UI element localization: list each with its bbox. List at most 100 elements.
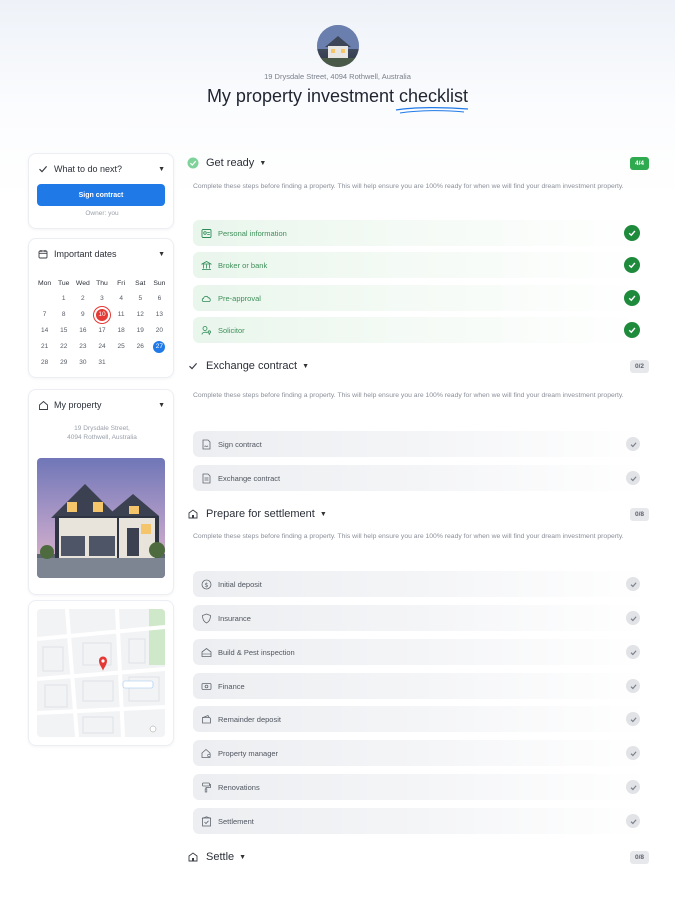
calendar-day[interactable]: 9: [73, 309, 92, 321]
incomplete-check-icon[interactable]: [626, 611, 640, 625]
checklist-item-pre-approval[interactable]: Pre-approval: [193, 285, 647, 311]
incomplete-check-icon[interactable]: [626, 471, 640, 485]
incomplete-check-icon[interactable]: [626, 437, 640, 451]
calendar-day[interactable]: 10: [92, 309, 111, 321]
calendar-day[interactable]: 20: [150, 325, 169, 337]
calendar-day[interactable]: 7: [35, 309, 54, 321]
incomplete-check-icon[interactable]: [626, 780, 640, 794]
calendar-day-number: 5: [138, 295, 143, 302]
chevron-down-icon[interactable]: ▼: [259, 160, 266, 167]
checklist-item-initial-deposit[interactable]: $ Initial deposit: [193, 571, 647, 597]
checklist-item-insurance[interactable]: Insurance: [193, 605, 647, 631]
title-underline-decoration: [395, 107, 469, 114]
calendar-day[interactable]: 21: [35, 341, 54, 353]
item-label: Property manager: [218, 748, 279, 758]
sign-contract-button[interactable]: Sign contract: [37, 184, 165, 206]
calendar-day[interactable]: 8: [54, 309, 73, 321]
calendar-day-number: 2: [81, 295, 85, 302]
checklist-item-property-manager[interactable]: Property manager: [193, 740, 647, 766]
calendar-day[interactable]: 6: [150, 293, 169, 305]
item-label: Settlement: [218, 816, 254, 826]
incomplete-check-icon[interactable]: [626, 645, 640, 659]
calendar-day[interactable]: 24: [92, 341, 111, 353]
checklist-item-remainder-deposit[interactable]: Remainder deposit: [193, 706, 647, 732]
calendar-day[interactable]: 13: [150, 309, 169, 321]
checklist-item-build-pest-inspection[interactable]: Build & Pest inspection: [193, 639, 647, 665]
section-settle[interactable]: Settle ▼ 0/8: [187, 849, 649, 865]
calendar-day-number: 18: [117, 327, 125, 334]
calendar-day[interactable]: 5: [131, 293, 150, 305]
incomplete-check-icon[interactable]: [626, 577, 640, 591]
my-property-header[interactable]: My property ▼: [37, 398, 165, 412]
completed-check-icon[interactable]: [624, 290, 640, 306]
calendar-day[interactable]: 22: [54, 341, 73, 353]
checklist-item-renovations[interactable]: Renovations: [193, 774, 647, 800]
checklist-item-exchange-contract[interactable]: Exchange contract: [193, 465, 647, 491]
bank-icon: [200, 259, 212, 271]
calendar-day[interactable]: 25: [112, 341, 131, 353]
calendar-day[interactable]: 19: [131, 325, 150, 337]
calendar-day-number: 1: [61, 295, 66, 302]
paint-roller-icon: [200, 781, 212, 793]
checklist-item-sign-contract[interactable]: Sign contract: [193, 431, 647, 457]
calendar-day-number: 26: [136, 343, 144, 350]
calendar-day[interactable]: 28: [35, 357, 54, 369]
calendar-day[interactable]: 27: [150, 341, 169, 353]
calendar-day[interactable]: 3: [92, 293, 111, 305]
calendar-day-number: 31: [98, 359, 106, 366]
calendar-day[interactable]: 4: [112, 293, 131, 305]
item-label: Build & Pest inspection: [218, 647, 295, 657]
completed-check-icon[interactable]: [624, 257, 640, 273]
property-map[interactable]: [37, 609, 165, 737]
section-title: Settle: [206, 851, 235, 863]
incomplete-check-icon[interactable]: [626, 679, 640, 693]
calendar-day[interactable]: 12: [131, 309, 150, 321]
calendar-day[interactable]: 23: [73, 341, 92, 353]
next-step-title: What to do next?: [54, 164, 123, 174]
chevron-down-icon[interactable]: ▼: [158, 251, 165, 258]
property-photo[interactable]: [37, 458, 165, 578]
section-exchange-contract[interactable]: Exchange contract ▼ 0/2: [187, 358, 649, 374]
calendar-day[interactable]: 2: [73, 293, 92, 305]
important-dates-header[interactable]: Important dates ▼: [37, 247, 165, 261]
chevron-down-icon[interactable]: ▼: [158, 402, 165, 409]
checklist-item-personal-information[interactable]: Personal information: [193, 220, 647, 246]
calendar-day[interactable]: 15: [54, 325, 73, 337]
calendar-day-number: 14: [40, 327, 49, 334]
checklist-item-finance[interactable]: Finance: [193, 673, 647, 699]
calendar-day[interactable]: 18: [112, 325, 131, 337]
chevron-down-icon[interactable]: ▼: [302, 363, 309, 370]
calendar-day[interactable]: 29: [54, 357, 73, 369]
calendar-day[interactable]: 30: [73, 357, 92, 369]
section-get-ready[interactable]: Get ready ▼ 4/4: [187, 155, 649, 171]
checklist-item-solicitor[interactable]: Solicitor: [193, 317, 647, 343]
checklist-item-settlement[interactable]: Settlement: [193, 808, 647, 834]
chevron-down-icon[interactable]: ▼: [158, 166, 165, 173]
check-circle-icon: [187, 157, 199, 169]
section-prepare-for-settlement[interactable]: Prepare for settlement ▼ 0/8: [187, 506, 649, 522]
calendar-day-number: 4: [119, 295, 123, 302]
incomplete-check-icon[interactable]: [626, 712, 640, 726]
next-step-header[interactable]: What to do next? ▼: [37, 162, 165, 176]
calendar-day-number: 16: [79, 327, 87, 334]
chevron-down-icon[interactable]: ▼: [320, 511, 327, 518]
calendar-day[interactable]: 14: [35, 325, 54, 337]
calendar-day[interactable]: 31: [92, 357, 111, 369]
weekday-label: Sat: [135, 280, 146, 287]
calendar-day[interactable]: 1: [54, 293, 73, 305]
weekday-label: Tue: [57, 280, 70, 287]
calendar-day[interactable]: 17: [92, 325, 111, 337]
completed-check-icon[interactable]: [624, 322, 640, 338]
calendar-day[interactable]: 11: [112, 309, 131, 321]
incomplete-check-icon[interactable]: [626, 814, 640, 828]
calendar-day[interactable]: 16: [73, 325, 92, 337]
document-sign-icon: [200, 438, 212, 450]
incomplete-check-icon[interactable]: [626, 746, 640, 760]
completed-check-icon[interactable]: [624, 225, 640, 241]
checklist-item-broker-or-bank[interactable]: Broker or bank: [193, 252, 647, 278]
check-icon: [187, 360, 199, 372]
chevron-down-icon[interactable]: ▼: [239, 854, 246, 861]
next-step-card: What to do next? ▼ Sign contract Owner: …: [28, 153, 174, 229]
calendar-day[interactable]: 26: [131, 341, 150, 353]
property-avatar[interactable]: [317, 25, 359, 67]
